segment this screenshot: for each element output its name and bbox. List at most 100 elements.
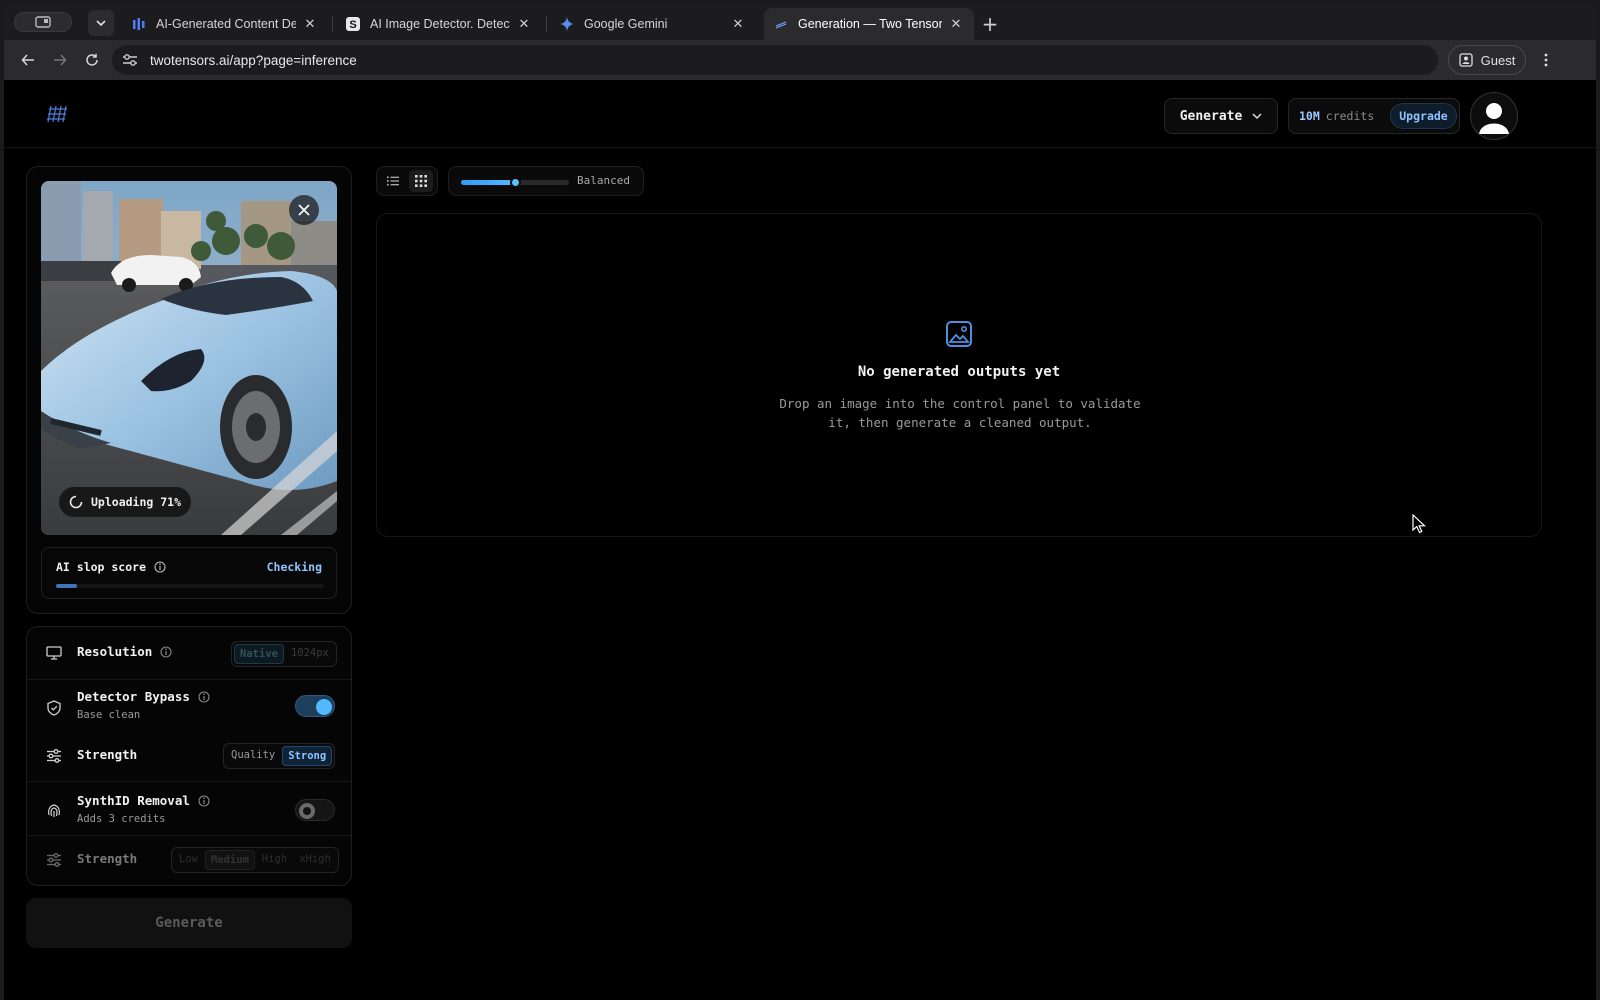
- quality-slider-track[interactable]: [461, 177, 569, 188]
- detector-bypass-sub: Base clean: [77, 709, 141, 721]
- empty-state-title: No generated outputs yet: [857, 364, 1061, 380]
- browser-window: AI-Generated Content Detect ✕ S AI Image…: [4, 4, 1596, 1000]
- empty-state-line: it, then generate a cleaned output.: [828, 415, 1092, 430]
- toggle-knob: [299, 803, 315, 819]
- empty-state-description: Drop an image into the control panel to …: [760, 394, 1160, 432]
- synthid-title: SynthID Removal: [77, 793, 210, 808]
- tab-ai-image-detector[interactable]: S AI Image Detector. Detect AI- ✕: [336, 8, 542, 40]
- upgrade-button[interactable]: Upgrade: [1390, 103, 1457, 129]
- info-icon[interactable]: [154, 561, 166, 573]
- detector-bypass-title: Detector Bypass: [77, 689, 210, 704]
- sliders-icon: [45, 851, 63, 869]
- address-bar[interactable]: twotensors.ai/app?page=inference: [112, 45, 1438, 75]
- strength-option-strong[interactable]: Strong: [282, 746, 333, 766]
- toggle-knob: [316, 699, 332, 715]
- outputs-panel: No generated outputs yet Drop an image i…: [376, 213, 1542, 537]
- synthid-strength-label: Strength: [77, 851, 138, 866]
- close-tab-icon[interactable]: ✕: [516, 16, 532, 32]
- twotensors-logo-icon: [47, 105, 67, 123]
- synthid-strength-segmented: Low Medium High xHigh: [171, 847, 339, 873]
- mode-select-label: Generate: [1179, 108, 1243, 124]
- site-settings-icon[interactable]: [122, 53, 138, 67]
- bars-icon: [132, 17, 146, 31]
- mouse-cursor: [1412, 513, 1427, 534]
- app-logo[interactable]: [46, 104, 68, 124]
- list-view-button[interactable]: [381, 170, 405, 192]
- strength-option-quality[interactable]: Quality: [226, 746, 280, 766]
- quality-slider-handle[interactable]: [510, 177, 521, 188]
- tab-two-tensors[interactable]: Generation — Two Tensors ✕: [764, 8, 974, 40]
- credits-panel: 10M credits Upgrade: [1288, 98, 1460, 134]
- info-icon[interactable]: [198, 690, 210, 703]
- tab-strip: AI-Generated Content Detect ✕ S AI Image…: [4, 4, 1596, 40]
- synthid-strength-row: Strength Low Medium High xHigh: [27, 835, 351, 885]
- quality-slider-fill: [461, 180, 515, 185]
- remove-image-button[interactable]: [289, 195, 319, 225]
- new-tab-button[interactable]: +: [976, 10, 1004, 38]
- strength-segmented: Quality Strong: [223, 743, 336, 769]
- close-tab-icon[interactable]: ✕: [302, 16, 318, 32]
- view-mode-toggle: [376, 166, 438, 196]
- info-icon[interactable]: [198, 794, 210, 807]
- mode-select[interactable]: Generate: [1164, 98, 1278, 134]
- synthid-label: SynthID Removal: [77, 793, 190, 808]
- credits-label: credits: [1325, 109, 1375, 123]
- sliders-icon: [45, 747, 63, 765]
- fingerprint-icon: [45, 801, 63, 819]
- slop-score-panel: AI slop score Checking: [41, 547, 337, 599]
- tab-google-gemini[interactable]: Google Gemini ✕: [550, 8, 756, 40]
- credits-amount: 10M: [1299, 109, 1320, 123]
- resolution-segmented: Native 1024px: [231, 641, 337, 667]
- window-icon: [35, 16, 51, 28]
- chevron-down-icon: [1252, 112, 1262, 119]
- close-tab-icon[interactable]: ✕: [730, 16, 746, 32]
- forward-button[interactable]: [48, 48, 72, 72]
- app-root: Generate 10M credits Upgrade Uploading 7…: [4, 80, 1596, 1000]
- close-icon: [298, 204, 310, 216]
- svg-text:S: S: [349, 19, 356, 31]
- settings-card: Resolution Native 1024px Detector Bypass…: [26, 626, 352, 886]
- synthid-strength-option-medium[interactable]: Medium: [204, 850, 255, 870]
- generate-button[interactable]: Generate: [26, 898, 352, 948]
- grid-view-button[interactable]: [409, 170, 433, 192]
- detector-bypass-toggle[interactable]: [295, 695, 335, 717]
- url-text: twotensors.ai/app?page=inference: [150, 52, 357, 68]
- slop-score-track: [56, 584, 324, 588]
- shield-icon: [45, 699, 63, 717]
- arrow-right-icon: [54, 54, 67, 66]
- synthid-strength-option-xhigh[interactable]: xHigh: [294, 850, 336, 870]
- tab-groups-button[interactable]: [14, 12, 72, 32]
- image-icon: [945, 320, 973, 348]
- arrow-left-icon: [21, 54, 34, 66]
- user-avatar[interactable]: [1470, 92, 1518, 140]
- monitor-icon: [45, 644, 63, 662]
- browser-menu-button[interactable]: [1536, 48, 1556, 72]
- strength-label: Strength: [77, 747, 138, 762]
- synthid-toggle[interactable]: [295, 799, 335, 821]
- resolution-option-1024[interactable]: 1024px: [286, 644, 334, 664]
- reload-button[interactable]: [80, 48, 104, 72]
- upload-status-pill: Uploading 71%: [59, 487, 192, 517]
- resolution-title: Resolution: [77, 644, 172, 659]
- uploaded-image: Uploading 71%: [41, 181, 337, 535]
- close-tab-icon[interactable]: ✕: [948, 16, 964, 32]
- tab-ai-content-detect[interactable]: AI-Generated Content Detect ✕: [122, 8, 328, 40]
- tab-search-button[interactable]: [88, 10, 114, 36]
- synthid-strength-option-high[interactable]: High: [257, 850, 292, 870]
- slop-score-label-row: AI slop score: [56, 560, 166, 574]
- upload-status-text: Uploading 71%: [91, 495, 182, 509]
- detector-bypass-row: Detector Bypass Base clean: [27, 679, 351, 731]
- tab-separator: [332, 16, 333, 32]
- profile-button[interactable]: Guest: [1448, 45, 1526, 75]
- strength-row: Strength Quality Strong: [27, 731, 351, 781]
- tab-separator: [546, 16, 547, 32]
- resolution-row: Resolution Native 1024px: [27, 627, 351, 679]
- quality-slider[interactable]: Balanced: [448, 166, 644, 196]
- gemini-icon: [560, 17, 574, 31]
- resolution-option-native[interactable]: Native: [234, 644, 284, 664]
- back-button[interactable]: [16, 48, 40, 72]
- profile-label: Guest: [1480, 52, 1516, 68]
- synthid-strength-option-low[interactable]: Low: [174, 850, 203, 870]
- more-vertical-icon: [1544, 53, 1548, 67]
- info-icon[interactable]: [160, 645, 172, 658]
